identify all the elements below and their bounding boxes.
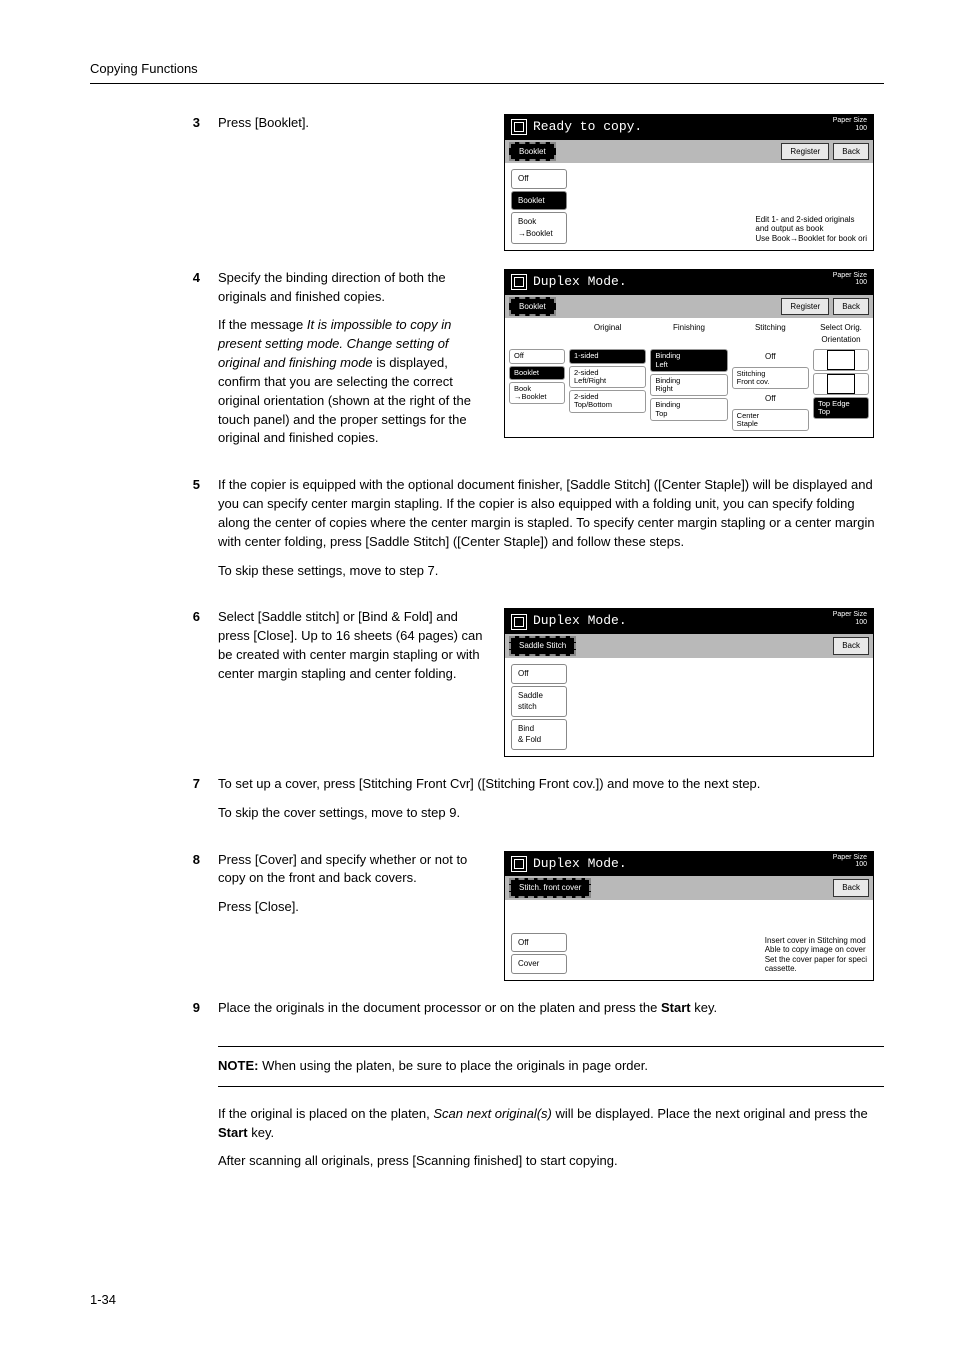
doc-icon	[511, 614, 527, 630]
step-number: 9	[90, 999, 218, 1018]
step-number: 7	[90, 775, 218, 794]
step4-p2: If the message It is impossible to copy …	[218, 316, 488, 448]
step-number: 3	[90, 114, 218, 133]
note-text: When using the platen, be sure to place …	[258, 1058, 648, 1073]
screen4-hint: Insert cover in Stitching mod Able to co…	[765, 936, 867, 974]
step6-text: Select [Saddle stitch] or [Bind & Fold] …	[218, 608, 488, 683]
paper-size-value: 100	[855, 125, 867, 132]
screen1-title: Ready to copy.	[533, 118, 642, 137]
step9-p1: Place the originals in the document proc…	[218, 999, 884, 1018]
left-booklet[interactable]: Booklet	[509, 366, 565, 380]
hdr-stitching: Stitching	[732, 322, 809, 345]
crumb-booklet: Booklet	[509, 142, 556, 162]
option-off[interactable]: Off	[511, 933, 567, 953]
step8-p2: Press [Close].	[218, 898, 488, 917]
fin-bind-left[interactable]: Binding Left	[650, 349, 727, 372]
crumb-booklet: Booklet	[509, 297, 556, 317]
option-off[interactable]: Off	[511, 664, 567, 684]
back-button[interactable]: Back	[833, 143, 869, 161]
hdr-orientation: Select Orig. Orientation	[813, 322, 869, 345]
tail-p2: After scanning all originals, press [Sca…	[218, 1152, 884, 1171]
screen-duplex-mode-detail: Duplex Mode. Paper Size 100 Booklet Regi…	[504, 269, 874, 439]
booklet-options: Off Booklet Book →Booklet	[511, 169, 567, 243]
cover-options: Off Cover	[511, 933, 567, 974]
step3-text: Press [Booklet].	[218, 114, 488, 133]
stitch-off-header: Off	[732, 349, 809, 365]
step-number: 8	[90, 851, 218, 870]
saddle-options: Off Saddle stitch Bind & Fold	[511, 664, 567, 750]
step8-p1: Press [Cover] and specify whether or not…	[218, 851, 488, 889]
section-title: Copying Functions	[90, 60, 884, 79]
fin-bind-top[interactable]: Binding Top	[650, 398, 727, 421]
stitch-center-staple[interactable]: Center Staple	[732, 409, 809, 432]
orig-2sided-tb[interactable]: 2-sided Top/Bottom	[569, 390, 646, 413]
screen-duplex-saddle: Duplex Mode. Paper Size 100 Saddle Stitc…	[504, 608, 874, 756]
stitch-front-cov[interactable]: Stitching Front cov.	[732, 367, 809, 390]
orientation-icon	[827, 350, 855, 370]
step-number: 5	[90, 476, 218, 495]
step5-p2: To skip these settings, move to step 7.	[218, 562, 884, 581]
screen-ready-to-copy: Ready to copy. Paper Size 100 Booklet Re…	[504, 114, 874, 251]
crumb-stitch-front-cover: Stitch. front cover	[509, 878, 591, 898]
hdr-finishing: Finishing	[650, 322, 727, 345]
stitch-off: Off	[732, 391, 809, 407]
option-off[interactable]: Off	[511, 169, 567, 189]
orient-icon-top[interactable]	[813, 349, 869, 371]
note-label: NOTE:	[218, 1058, 258, 1073]
orig-1sided[interactable]: 1-sided	[569, 349, 646, 363]
option-cover[interactable]: Cover	[511, 954, 567, 974]
register-button[interactable]: Register	[781, 298, 829, 316]
note-box: NOTE: When using the platen, be sure to …	[218, 1046, 884, 1087]
orientation-icon	[827, 374, 855, 394]
screen4-title: Duplex Mode.	[533, 855, 627, 874]
back-button[interactable]: Back	[833, 298, 869, 316]
orig-2sided-lr[interactable]: 2-sided Left/Right	[569, 366, 646, 389]
screen1-hint: Edit 1- and 2-sided originals and output…	[755, 215, 867, 244]
screen3-title: Duplex Mode.	[533, 612, 627, 631]
step4-p1: Specify the binding direction of both th…	[218, 269, 488, 307]
step7-p1: To set up a cover, press [Stitching Fron…	[218, 775, 884, 794]
back-button[interactable]: Back	[833, 637, 869, 655]
orient-top-edge-top[interactable]: Top Edge Top	[813, 397, 869, 419]
screen2-title: Duplex Mode.	[533, 273, 627, 292]
orient-icon-mid[interactable]	[813, 373, 869, 395]
doc-icon	[511, 119, 527, 135]
crumb-saddle: Saddle Stitch	[509, 636, 576, 656]
step5-p1: If the copier is equipped with the optio…	[218, 476, 884, 551]
hdr-original: Original	[569, 322, 646, 345]
option-book-to-booklet[interactable]: Book →Booklet	[511, 212, 567, 243]
option-booklet[interactable]: Booklet	[511, 191, 567, 211]
header-rule	[90, 83, 884, 84]
doc-icon	[511, 274, 527, 290]
paper-size-label: Paper Size	[833, 117, 867, 124]
page-number: 1-34	[90, 1291, 116, 1310]
screen-duplex-cover: Duplex Mode. Paper Size 100 Stitch. fron…	[504, 851, 874, 981]
back-button[interactable]: Back	[833, 879, 869, 897]
tail-p1: If the original is placed on the platen,…	[218, 1105, 884, 1143]
option-saddle-stitch[interactable]: Saddle stitch	[511, 686, 567, 717]
step7-p2: To skip the cover settings, move to step…	[218, 804, 884, 823]
doc-icon	[511, 856, 527, 872]
fin-bind-right[interactable]: Binding Right	[650, 374, 727, 397]
option-bind-fold[interactable]: Bind & Fold	[511, 719, 567, 750]
step-number: 4	[90, 269, 218, 288]
register-button[interactable]: Register	[781, 143, 829, 161]
left-book-to-booklet[interactable]: Book →Booklet	[509, 382, 565, 405]
left-off[interactable]: Off	[509, 349, 565, 363]
step-number: 6	[90, 608, 218, 627]
